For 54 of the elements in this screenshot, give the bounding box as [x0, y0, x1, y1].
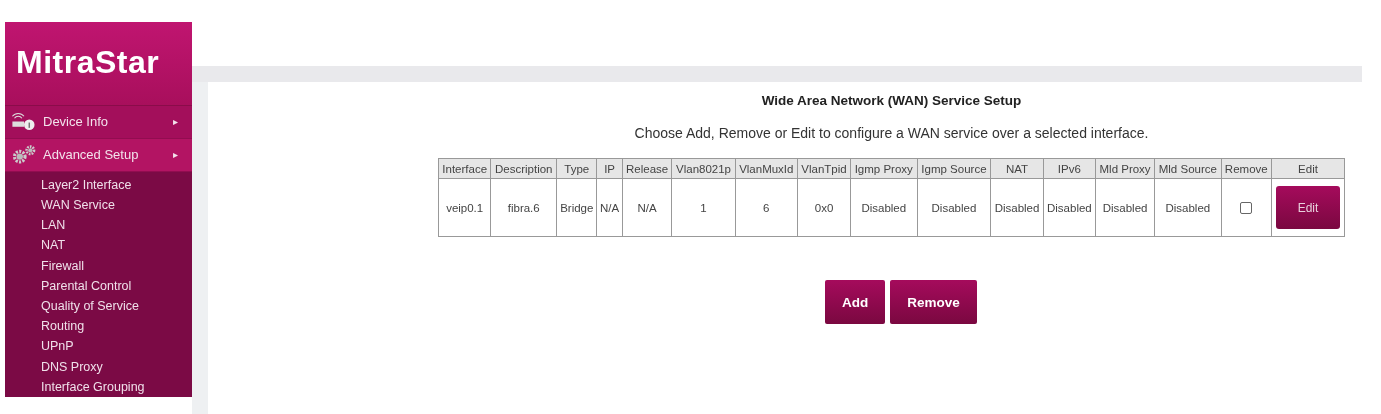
- table-cell: Disabled: [1154, 178, 1222, 237]
- column-header: NAT: [990, 158, 1044, 179]
- column-header: Remove: [1221, 158, 1272, 179]
- column-header: Interface: [438, 158, 491, 179]
- logo: MitraStar: [5, 22, 192, 106]
- table-cell: 0x0: [797, 178, 851, 237]
- submenu-item[interactable]: DNS Proxy: [41, 356, 192, 377]
- table-cell: 1: [671, 178, 736, 237]
- submenu-item[interactable]: Firewall: [41, 255, 192, 276]
- table-cell: 6: [735, 178, 798, 237]
- table-cell: N/A: [622, 178, 672, 237]
- column-header: Type: [556, 158, 597, 179]
- submenu-item[interactable]: Interface Grouping: [41, 376, 192, 397]
- menu-item[interactable]: Device Info ▸: [5, 106, 192, 139]
- column-header: Release: [622, 158, 672, 179]
- submenu-item[interactable]: NAT: [41, 235, 192, 256]
- table-cell: Disabled: [1043, 178, 1096, 237]
- submenu-item[interactable]: LAN: [41, 215, 192, 236]
- arrow-icon: ▸: [173, 116, 178, 128]
- table-cell: Disabled: [850, 178, 917, 237]
- column-header: Mld Source: [1154, 158, 1222, 179]
- table-cell: N/A: [596, 178, 623, 237]
- column-header: IPv6: [1043, 158, 1096, 179]
- action-button[interactable]: Remove: [890, 280, 977, 324]
- device-icon: [11, 112, 37, 132]
- page-title: Wide Area Network (WAN) Service Setup: [760, 93, 1023, 108]
- submenu-item[interactable]: Routing: [41, 316, 192, 337]
- submenu-item[interactable]: UPnP: [41, 336, 192, 357]
- table-cell: fibra.6: [490, 178, 557, 237]
- submenu-item[interactable]: Layer2 Interface: [41, 174, 192, 196]
- column-header: Description: [490, 158, 557, 179]
- menu-item[interactable]: Advanced Setup ▸: [5, 138, 192, 172]
- column-header: Igmp Source: [917, 158, 991, 179]
- arrow-icon: ▸: [173, 149, 178, 161]
- table-cell: Disabled: [917, 178, 991, 237]
- column-header: Edit: [1271, 158, 1345, 179]
- column-header: Mld Proxy: [1095, 158, 1155, 179]
- gears-icon: [11, 145, 37, 165]
- column-header: Vlan8021p: [671, 158, 736, 179]
- table-cell: veip0.1: [438, 178, 491, 237]
- instructions: Choose Add, Remove or Edit to configure a WAN service over a selected interface.: [633, 125, 1150, 141]
- submenu-item[interactable]: WAN Service: [41, 195, 192, 216]
- table-cell: Bridge: [556, 178, 597, 237]
- column-header: Igmp Proxy: [850, 158, 917, 179]
- column-header: VlanTpid: [797, 158, 851, 179]
- remove-checkbox[interactable]: [1240, 202, 1253, 214]
- submenu-item[interactable]: Parental Control: [41, 275, 192, 297]
- edit-button[interactable]: Edit: [1276, 186, 1340, 229]
- submenu-item[interactable]: Quality of Service: [41, 296, 192, 317]
- column-header: VlanMuxId: [735, 158, 798, 179]
- table-cell: Disabled: [990, 178, 1044, 237]
- action-button[interactable]: Add: [825, 280, 886, 324]
- column-header: IP: [596, 158, 623, 179]
- table-cell: Disabled: [1095, 178, 1155, 237]
